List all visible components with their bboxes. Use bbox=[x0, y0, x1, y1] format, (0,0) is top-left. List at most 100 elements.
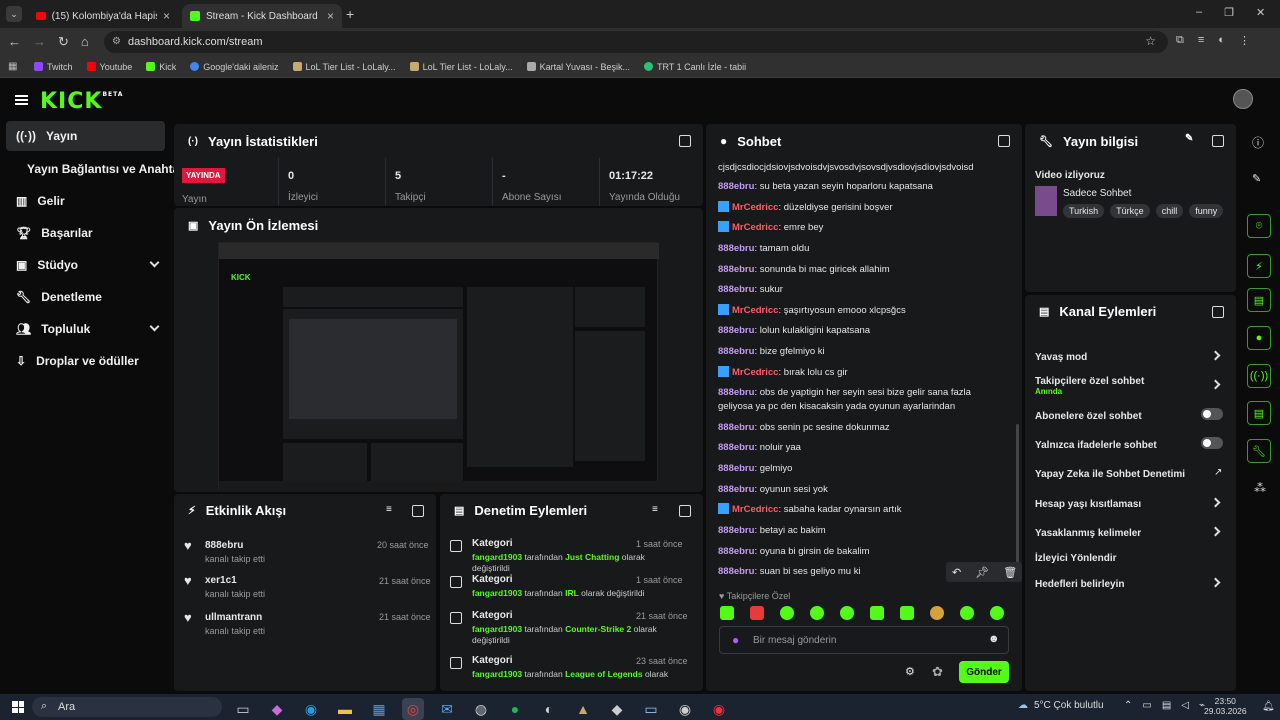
moderation-category[interactable]: Counter-Strike 2 bbox=[565, 624, 631, 634]
battery-icon[interactable]: ▭ bbox=[1142, 700, 1151, 711]
bookmark-item[interactable]: LoL Tier List - LoLaly... bbox=[292, 62, 396, 72]
kick-logo[interactable]: KICKBETA bbox=[40, 89, 123, 114]
popout-icon[interactable] bbox=[679, 505, 691, 517]
moderation-user[interactable]: fangard1903 bbox=[472, 588, 522, 598]
obs-icon[interactable]: ◐ bbox=[538, 698, 560, 720]
emote-icon[interactable] bbox=[840, 606, 854, 620]
emote-icon[interactable] bbox=[990, 606, 1004, 620]
filter-icon[interactable]: ≡ bbox=[386, 504, 392, 515]
chat-username[interactable]: 888ebru bbox=[718, 325, 754, 336]
popout-icon[interactable] bbox=[1212, 306, 1224, 318]
taskbar-search[interactable]: ⌕ Ara bbox=[32, 697, 222, 717]
home-icon[interactable]: ⌂ bbox=[81, 34, 89, 50]
chevron-up-icon[interactable]: ⌃ bbox=[1124, 700, 1132, 711]
channel-action-row[interactable]: Takipçilere özel sohbet Anında bbox=[1035, 373, 1230, 396]
sidebar-item-moderation[interactable]: 🔧︎ Denetleme bbox=[6, 282, 165, 312]
trash-icon[interactable]: 🗑︎ bbox=[1003, 566, 1017, 579]
bookmark-item[interactable]: TRT 1 Canlı İzle - tabii bbox=[643, 62, 746, 72]
apps-grid-icon[interactable]: ▦ bbox=[8, 61, 17, 72]
emote-icon[interactable] bbox=[810, 606, 824, 620]
close-window-icon[interactable]: ✕ bbox=[1256, 6, 1265, 19]
chat-username[interactable]: 888ebru bbox=[718, 346, 754, 357]
sidebar-item-stream-key[interactable]: Yayın Bağlantısı ve Anahtarı bbox=[6, 154, 187, 184]
sidebar-item-revenue[interactable]: ▥ Gelir bbox=[6, 186, 165, 216]
steam-icon[interactable]: ◍ bbox=[470, 698, 492, 720]
edit-pencil-icon[interactable]: ✎ bbox=[1252, 172, 1261, 185]
bookmark-item[interactable]: Kartal Yuvası - Beşik... bbox=[526, 62, 630, 72]
browser-tab-kick[interactable]: Stream - Kick Dashboard × bbox=[182, 4, 342, 28]
rail-channel-button[interactable]: ▤ bbox=[1247, 401, 1271, 425]
back-icon[interactable]: ← bbox=[8, 34, 21, 50]
edge-icon[interactable]: ◉ bbox=[300, 698, 322, 720]
profile-icon[interactable]: ◐ bbox=[1218, 34, 1225, 47]
maximize-icon[interactable]: ❐ bbox=[1224, 6, 1234, 19]
channel-action-row[interactable]: Yasaklanmış kelimeler bbox=[1035, 525, 1230, 543]
moderation-category[interactable]: IRL bbox=[565, 588, 579, 598]
popout-icon[interactable] bbox=[1212, 135, 1224, 147]
extensions-icon[interactable]: ⧉ bbox=[1176, 34, 1184, 47]
bookmark-item[interactable]: Twitch bbox=[34, 62, 73, 72]
toggle-switch[interactable] bbox=[1201, 408, 1223, 420]
site-info-icon[interactable]: ⚙ bbox=[112, 36, 121, 47]
clock[interactable]: 23:50 29.03.2026 bbox=[1204, 696, 1247, 716]
reload-icon[interactable]: ↻ bbox=[58, 34, 69, 50]
edit-pencil-icon[interactable]: ✎ bbox=[1185, 133, 1193, 144]
media-icon[interactable]: ≡ bbox=[1198, 34, 1204, 47]
address-bar[interactable]: ⚙ dashboard.kick.com/stream ☆ bbox=[104, 31, 1168, 53]
copilot-icon[interactable]: ◆ bbox=[266, 698, 288, 720]
emote-icon[interactable] bbox=[960, 606, 974, 620]
info-icon[interactable]: ⓘ bbox=[1252, 134, 1264, 151]
channel-action-row[interactable]: Yavaş mod bbox=[1035, 349, 1230, 367]
moderation-category[interactable]: League of Legends bbox=[565, 669, 642, 679]
rail-clip-button[interactable]: ⌾ bbox=[1247, 214, 1271, 238]
moderation-user[interactable]: fangard1903 bbox=[472, 669, 522, 679]
rail-lightning-button[interactable]: ⚡︎ bbox=[1247, 254, 1271, 278]
chat-username[interactable]: 888ebru bbox=[718, 181, 754, 192]
popout-icon[interactable] bbox=[998, 135, 1010, 147]
emote-icon[interactable] bbox=[780, 606, 794, 620]
popout-icon[interactable] bbox=[679, 135, 691, 147]
bookmark-star-icon[interactable]: ☆ bbox=[1145, 34, 1156, 48]
channel-action-row[interactable]: Hedefleri belirleyin bbox=[1035, 576, 1230, 594]
new-tab-button[interactable]: + bbox=[346, 6, 354, 22]
rail-chat-button[interactable]: ● bbox=[1247, 326, 1271, 350]
mail-icon[interactable]: ✉ bbox=[436, 698, 458, 720]
emote-icon[interactable] bbox=[750, 606, 764, 620]
channel-action-row[interactable]: Hesap yaşı kısıtlaması bbox=[1035, 496, 1230, 514]
settings-icon[interactable]: ⚙ bbox=[905, 665, 915, 678]
app-icon[interactable]: ◉ bbox=[674, 698, 696, 720]
tag[interactable]: chill bbox=[1155, 204, 1184, 218]
bookmark-item[interactable]: Google'daki aileniz bbox=[190, 62, 279, 72]
chat-username[interactable]: MrCedricc bbox=[732, 222, 778, 233]
minimize-icon[interactable]: – bbox=[1196, 6, 1202, 19]
sidebar-item-stream[interactable]: ((·)) Yayın bbox=[6, 121, 165, 151]
integrations-icon[interactable]: ⁂ bbox=[1254, 481, 1266, 495]
activity-user[interactable]: 888ebru bbox=[205, 540, 243, 551]
browser-tab-youtube[interactable]: (15) Kolombiya'da Hapishane İl × bbox=[28, 4, 178, 28]
chat-username[interactable]: 888ebru bbox=[718, 243, 754, 254]
chat-username[interactable]: 888ebru bbox=[718, 566, 754, 577]
notification-icon[interactable]: 🔔︎ bbox=[1262, 701, 1275, 712]
channel-action-row[interactable]: Yalnızca ifadelerle sohbet bbox=[1035, 437, 1230, 455]
emote-icon[interactable] bbox=[870, 606, 884, 620]
close-tab-icon[interactable]: × bbox=[163, 9, 170, 23]
mic-icon[interactable]: ● bbox=[732, 633, 739, 647]
spotify-icon[interactable]: ● bbox=[504, 698, 526, 720]
menu-icon[interactable]: ⋮ bbox=[1239, 34, 1250, 47]
filter-icon[interactable]: ≡ bbox=[652, 504, 658, 515]
send-button[interactable]: Gönder bbox=[959, 661, 1009, 683]
network-icon[interactable]: ▤ bbox=[1162, 700, 1171, 711]
chat-username[interactable]: MrCedricc bbox=[732, 504, 778, 515]
close-tab-icon[interactable]: × bbox=[327, 9, 334, 23]
hamburger-menu-icon[interactable] bbox=[15, 95, 28, 105]
remote-icon[interactable]: ▭ bbox=[640, 698, 662, 720]
chat-input[interactable]: ● Bir mesaj gönderin ☻ bbox=[719, 626, 1009, 654]
sidebar-item-achievements[interactable]: 🏆︎ Başarılar bbox=[6, 218, 165, 248]
activity-user[interactable]: ullmantrann bbox=[205, 612, 262, 623]
rail-broadcast-button[interactable]: ((·)) bbox=[1247, 364, 1271, 388]
task-view-icon[interactable]: ▭ bbox=[232, 698, 254, 720]
store-icon[interactable]: ▦ bbox=[368, 698, 390, 720]
chat-username[interactable]: 888ebru bbox=[718, 422, 754, 433]
channel-action-row[interactable]: İzleyici Yönlendir bbox=[1035, 550, 1230, 568]
chat-username[interactable]: 888ebru bbox=[718, 546, 754, 557]
